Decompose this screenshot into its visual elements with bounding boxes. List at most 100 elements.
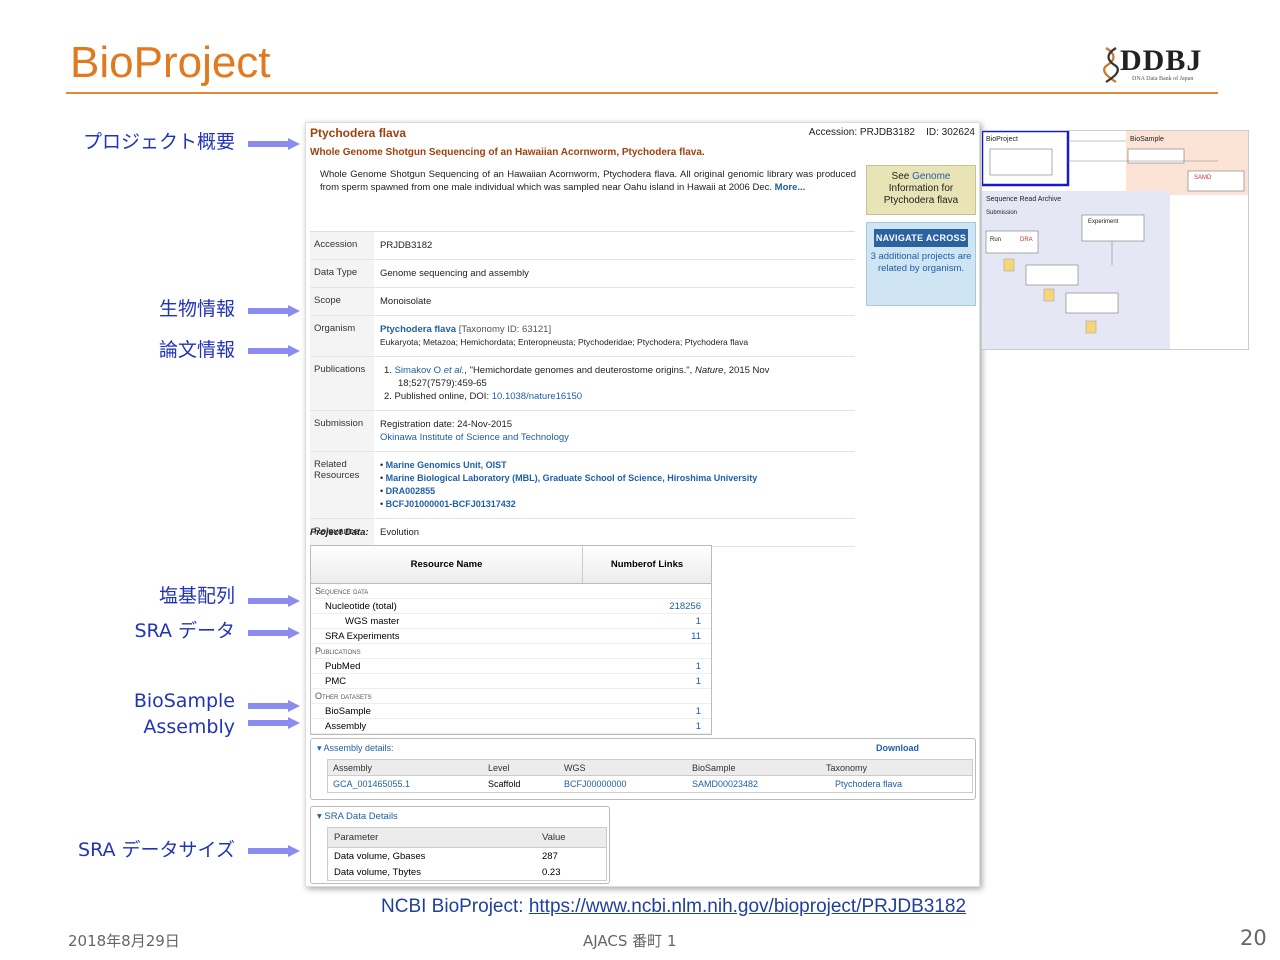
pub-year: , 2015 Nov	[723, 365, 770, 376]
slide-title: BioProject	[70, 38, 271, 87]
info-row-datatype: Data Type Genome sequencing and assembly	[310, 260, 855, 288]
biosample-link[interactable]: SAMD00023482	[687, 779, 821, 789]
doi-link[interactable]: 10.1038/nature16150	[492, 391, 582, 402]
assembly-level: Scaffold	[488, 779, 521, 789]
pub-author-link[interactable]: Simakov O	[395, 365, 441, 376]
related-projects-link[interactable]: 3 additional projects are related by org…	[871, 251, 972, 274]
table-row: Data volume, Tbytes 0.23	[328, 864, 606, 880]
navigate-across-box: NAVIGATE ACROSS 3 additional projects ar…	[866, 222, 976, 306]
col-assembly: Assembly	[333, 762, 373, 773]
thumb-sra: Sequence Read Archive	[986, 196, 1061, 203]
label-assembly: Assembly	[143, 716, 235, 738]
table-row: WGS master 1	[311, 614, 711, 629]
registration-date: Registration date: 24-Nov-2015	[380, 419, 513, 430]
parameter-name: Data volume, Tbytes	[334, 866, 421, 878]
info-key: Submission	[310, 411, 374, 451]
info-value: • Marine Genomics Unit, OIST • Marine Bi…	[380, 460, 758, 509]
assembly-table-header: Assembly Level WGS BioSample Taxonomy	[328, 760, 972, 776]
arrow-icon	[248, 627, 300, 639]
assembly-accession-link[interactable]: GCA_001465055.1	[328, 779, 483, 789]
assembly-table: Assembly Level WGS BioSample Taxonomy GC…	[327, 759, 973, 793]
resource-count-link[interactable]: 11	[631, 631, 711, 642]
assembly-details-toggle[interactable]: ▾ Assembly details:	[317, 743, 394, 754]
thumb-dra: DRA	[1020, 237, 1033, 243]
project-full-title: Whole Genome Shotgun Sequencing of an Ha…	[310, 147, 705, 158]
parameter-name: Data volume, Gbases	[334, 850, 426, 862]
resource-name: Assembly	[325, 720, 367, 732]
source-url-link[interactable]: https://www.ncbi.nlm.nih.gov/bioproject/…	[529, 896, 966, 917]
pub2-prefix: 2. Published online, DOI:	[384, 391, 492, 402]
genome-link[interactable]: Genome	[912, 171, 950, 182]
arrow-icon	[248, 595, 300, 607]
table-row: PMC 1	[311, 674, 711, 689]
ddbj-logo: DDBJ DNA Data Bank of Japan	[1100, 44, 1220, 86]
genome-info-line3: Ptychodera flava	[883, 195, 959, 206]
pub-journal: Nature	[694, 365, 724, 376]
col-taxonomy: Taxonomy	[826, 762, 868, 773]
resource-count-link[interactable]: 1	[631, 676, 711, 687]
taxonomy-link[interactable]: Ptychodera flava	[821, 779, 972, 789]
resource-count-link[interactable]: 1	[631, 616, 711, 627]
related-resource-link[interactable]: Marine Biological Laboratory (MBL), Grad…	[386, 473, 758, 483]
footer-event: AJACS 番町 1	[583, 932, 677, 950]
resource-count-link[interactable]: 1	[631, 706, 711, 717]
table-row: PubMed 1	[311, 659, 711, 674]
organism-title: Ptychodera flava	[310, 126, 407, 140]
more-link[interactable]: More...	[775, 182, 806, 193]
download-link[interactable]: Download	[876, 743, 919, 753]
col-links-line1: Number	[610, 558, 647, 570]
col-parameter: Parameter	[334, 832, 379, 843]
info-row-publications: Publications 1. Simakov O et al., "Hemic…	[310, 357, 855, 411]
wgs-link[interactable]: BCFJ00000000	[559, 779, 687, 789]
resource-name: BioSample	[325, 705, 371, 717]
arrow-icon	[248, 345, 300, 357]
organism-link[interactable]: Ptychodera flava	[380, 324, 456, 335]
related-resource-link[interactable]: BCFJ01000001-BCFJ01317432	[386, 499, 516, 509]
accession-id: Accession: PRJDB3182 ID: 302624	[808, 127, 975, 138]
dna-helix-icon	[1103, 47, 1119, 83]
arrow-icon	[248, 845, 300, 857]
sra-details-toggle[interactable]: ▾ SRA Data Details	[317, 811, 398, 822]
table-row: Assembly 1	[311, 719, 711, 734]
organism-lineage: Eukaryota; Metazoa; Hemichordata; Entero…	[380, 337, 749, 347]
info-value: Monoisolate	[380, 296, 432, 307]
genome-info-box[interactable]: See Genome Information for Ptychodera fl…	[866, 165, 976, 215]
thumb-submission: Submission	[986, 210, 1017, 216]
resource-count-link[interactable]: 218256	[631, 601, 711, 612]
info-key: Publications	[310, 357, 374, 410]
genome-info-line2: Information for	[888, 183, 954, 194]
section-label: Publications	[315, 646, 361, 656]
navigate-across-button[interactable]: NAVIGATE ACROSS	[874, 229, 968, 247]
table-row: Data volume, Gbases 287	[328, 848, 606, 864]
table-row: Nucleotide (total) 218256	[311, 599, 711, 614]
resource-count-link[interactable]: 1	[631, 721, 711, 732]
arrow-icon	[248, 700, 300, 712]
thumb-biosample: BioSample	[1130, 136, 1164, 143]
data-model-thumbnail: BioProject BioSample SAMD Sequence Read …	[981, 130, 1249, 350]
label-sra: SRA データ	[134, 620, 235, 642]
table-row: Publications	[311, 644, 711, 659]
sra-table-header: Parameter Value	[328, 828, 606, 848]
info-value: Evolution	[380, 527, 420, 538]
info-row-scope: Scope Monoisolate	[310, 288, 855, 316]
sra-data-details-box: ▾ SRA Data Details Parameter Value Data …	[310, 806, 610, 884]
info-row-related: Related Resources • Marine Genomics Unit,…	[310, 452, 855, 519]
genome-info-prefix: See	[891, 171, 913, 182]
project-data-label: Project Data:	[310, 527, 369, 538]
label-sra-size: SRA データサイズ	[78, 839, 235, 861]
related-resource-link[interactable]: DRA002855	[386, 486, 436, 496]
info-key: Scope	[310, 288, 374, 315]
thumb-experiment: Experiment	[1088, 219, 1119, 225]
resource-table: Resource Name Number of Links Sequence da…	[310, 545, 712, 735]
logo-subtitle: DNA Data Bank of Japan	[1132, 76, 1194, 82]
resource-count-link[interactable]: 1	[631, 661, 711, 672]
info-value: Genome sequencing and assembly	[380, 268, 529, 279]
related-key-2: Resources	[314, 470, 360, 481]
submitter-institution-link[interactable]: Okinawa Institute of Science and Technol…	[380, 432, 569, 443]
table-row: GCA_001465055.1 Scaffold BCFJ00000000 SA…	[328, 776, 972, 792]
taxonomy-id: [Taxonomy ID: 63121]	[458, 324, 552, 335]
title-rule	[66, 92, 1218, 94]
col-number-of-links: Number of Links	[583, 546, 711, 583]
related-resource-link[interactable]: Marine Genomics Unit, OIST	[386, 460, 507, 470]
section-label: Other datasets	[315, 691, 372, 701]
